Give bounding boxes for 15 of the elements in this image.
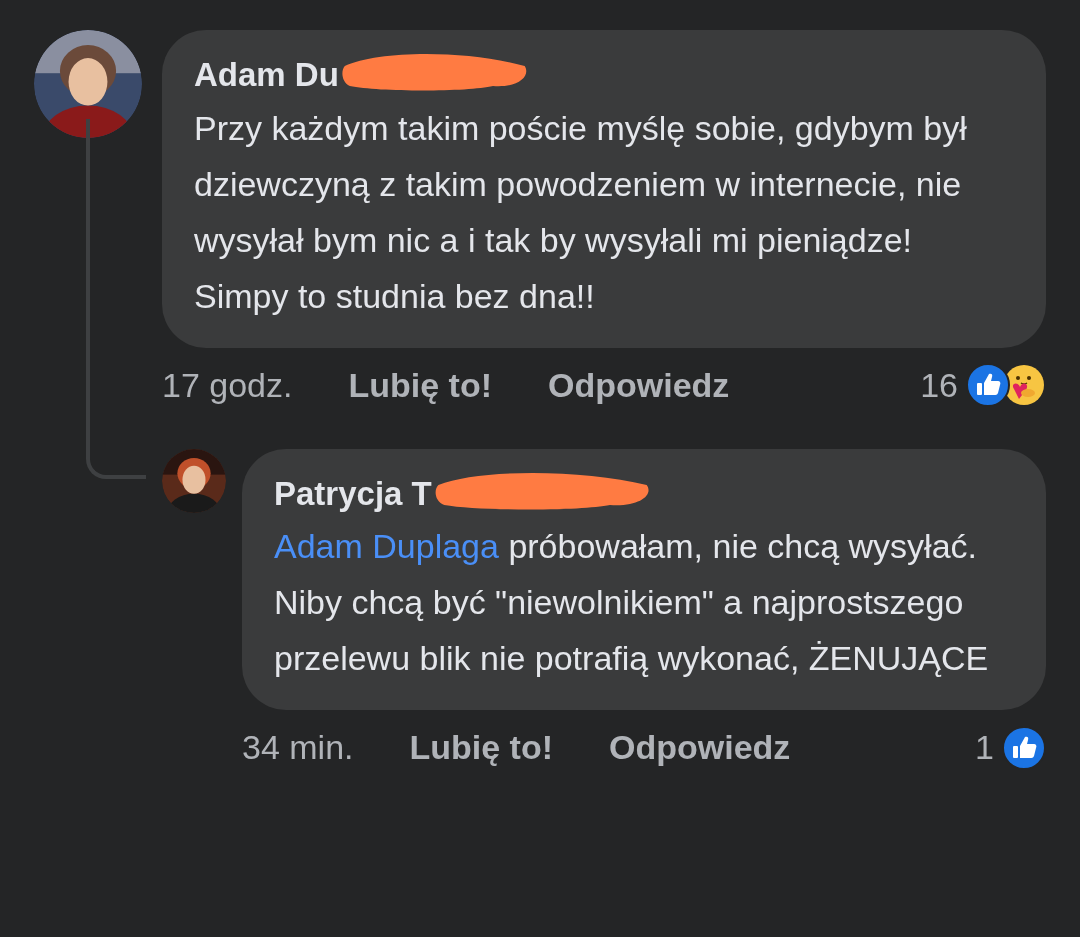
comment-time: 17 godz. <box>162 364 293 406</box>
reaction-count: 1 <box>975 727 994 768</box>
author-name: Patrycja T <box>274 474 432 512</box>
comment-time: 34 min. <box>242 727 354 768</box>
reply-link[interactable]: Odpowiedz <box>609 722 791 773</box>
reaction-count: 16 <box>920 364 958 406</box>
author-name: Adam Du <box>194 56 339 93</box>
like-link[interactable]: Lubię to! <box>409 722 554 773</box>
mention-link[interactable]: Adam Duplaga <box>274 527 499 565</box>
thumbs-up-icon <box>1002 725 1046 770</box>
comment-text: Adam Duplaga próbowałam, nie chcą wysyłać. Niby chcą być "niewolnikiem" a najprostszego przelewu blik nie potrafią wykonać, ŻENUJĄCE <box>274 526 990 679</box>
like-link[interactable]: Lubię to! <box>348 359 492 411</box>
reply-link[interactable]: Odpowiedz <box>548 359 730 411</box>
thumbs-up-icon <box>966 363 1010 407</box>
comment-text: Przy każdym takim poście myślę sobie, gdybym był dziewczyną z takim powodzeniem w internecie, nie wysyłał bym nic a i tak by wysyłali mi pieniądze! Simpy to studnia bez dna!! <box>194 107 968 317</box>
